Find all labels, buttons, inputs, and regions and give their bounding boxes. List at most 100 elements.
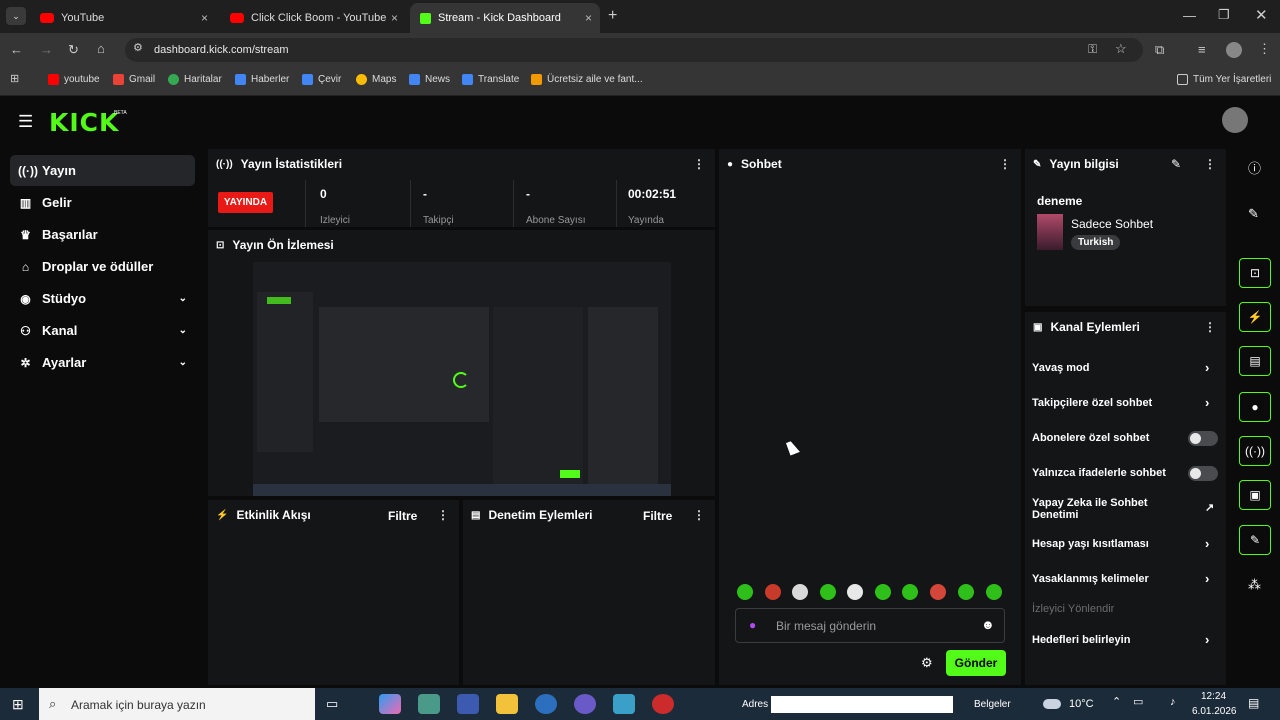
extensions-icon[interactable]: ⧉ [1155, 43, 1164, 56]
apps-grid-icon[interactable]: ⊞ [10, 74, 19, 85]
slow-mode-option[interactable]: Yavaş mod [1032, 362, 1089, 374]
profile-avatar[interactable] [1226, 42, 1242, 58]
taskbar-address-input[interactable] [771, 696, 953, 713]
taskbar-search-box[interactable]: ⌕ Aramak için buraya yazın [39, 688, 315, 720]
close-tab-icon[interactable]: × [391, 11, 398, 25]
tab-click-click-boom[interactable]: Click Click Boom - YouTube × [220, 3, 406, 33]
more-options-icon[interactable]: ⋮ [1204, 320, 1216, 334]
account-age-option[interactable]: Hesap yaşı kısıtlaması [1032, 538, 1149, 550]
more-options-icon[interactable]: ⋮ [437, 508, 449, 522]
tab-kick-dashboard[interactable]: Stream - Kick Dashboard × [410, 3, 600, 33]
sidebar-item-kanal[interactable]: ⚇ Kanal ⌄ [10, 315, 195, 346]
clock-date[interactable]: 6.01.2026 [1192, 706, 1237, 717]
edit-layout-icon[interactable]: ✎ [1248, 207, 1259, 220]
filter-button[interactable]: Filtre [643, 509, 672, 523]
windows-start-icon[interactable]: ⊞ [12, 697, 24, 711]
back-icon[interactable]: ← [10, 43, 23, 56]
documents-toolbar-label[interactable]: Belgeler [974, 699, 1011, 710]
more-options-icon[interactable]: ⋮ [999, 157, 1011, 171]
sidebar-item-droplar[interactable]: ⌂ Droplar ve ödüller [10, 251, 195, 282]
rail-stream-info-button[interactable]: ✎ [1239, 525, 1271, 555]
bookmark-gmail[interactable]: Gmail [113, 74, 155, 85]
sidebar-item-studyo[interactable]: ◉ Stüdyo ⌄ [10, 283, 195, 314]
emotes-only-toggle[interactable] [1188, 466, 1218, 481]
weather-temperature[interactable]: 10°C [1069, 698, 1094, 710]
microphone-icon[interactable]: ● [749, 618, 756, 632]
stream-preview-video[interactable] [253, 262, 671, 496]
bookmark-maps[interactable]: Maps [356, 74, 396, 85]
more-options-icon[interactable]: ⋮ [693, 157, 705, 171]
user-avatar[interactable] [1222, 107, 1248, 133]
bookmark-haberler[interactable]: Haberler [235, 74, 289, 85]
set-goals-option[interactable]: Hedefleri belirleyin [1032, 634, 1130, 646]
bookmark-star-icon[interactable]: ☆ [1115, 42, 1127, 55]
rail-stats-button[interactable]: ((·)) [1239, 436, 1271, 466]
hamburger-menu-icon[interactable]: ☰ [18, 113, 33, 130]
emote-icon[interactable] [875, 584, 891, 600]
password-key-icon[interactable]: ⚿ [1088, 43, 1097, 55]
edit-icon[interactable]: ✎ [1171, 157, 1181, 171]
close-tab-icon[interactable]: × [585, 11, 592, 25]
subscribers-only-toggle[interactable] [1188, 431, 1218, 446]
info-icon[interactable]: ⓘ [1248, 162, 1261, 175]
send-button[interactable]: Gönder [946, 650, 1006, 676]
sidebar-item-basarilar[interactable]: ♛ Başarılar [10, 219, 195, 250]
rail-preview-button[interactable]: ⊡ [1239, 258, 1271, 288]
chevron-right-icon[interactable]: › [1205, 536, 1209, 551]
app-icon[interactable] [652, 694, 674, 714]
all-bookmarks[interactable]: Tüm Yer İşaretleri [1177, 74, 1271, 85]
bookmark-haritalar[interactable]: Haritalar [168, 74, 222, 85]
obs-icon[interactable] [574, 694, 596, 714]
rail-moderation-button[interactable]: ▤ [1239, 346, 1271, 376]
omnibox[interactable]: ⚙ dashboard.kick.com/stream ⚿ ☆ [125, 38, 1143, 62]
language-tag[interactable]: Turkish [1071, 235, 1121, 250]
emote-icon[interactable] [986, 584, 1002, 600]
tab-search-button[interactable]: ⌄ [6, 7, 26, 25]
url-text[interactable]: dashboard.kick.com/stream [154, 44, 289, 56]
ai-moderation-option[interactable]: Yapay Zeka ile Sohbet Denetimi [1032, 497, 1172, 521]
task-view-icon[interactable]: ▭ [326, 697, 338, 710]
emote-icon[interactable] [930, 584, 946, 600]
bookmark-youtube[interactable]: youtube [48, 74, 100, 85]
tab-youtube[interactable]: YouTube × [30, 3, 216, 33]
emote-icon[interactable] [820, 584, 836, 600]
new-tab-button[interactable]: + [608, 8, 617, 24]
app-icon[interactable] [418, 694, 440, 714]
more-options-icon[interactable]: ⋮ [1204, 157, 1216, 171]
volume-icon[interactable]: ♪ [1170, 697, 1176, 708]
tray-chevron-icon[interactable]: ⌃ [1112, 697, 1121, 708]
chat-settings-icon[interactable]: ⚙ [921, 656, 933, 669]
app-icon[interactable] [457, 694, 479, 714]
close-tab-icon[interactable]: × [201, 11, 208, 25]
emoji-icon[interactable]: ☻ [981, 617, 995, 632]
more-widgets-icon[interactable]: ⁂ [1248, 578, 1261, 591]
filter-button[interactable]: Filtre [388, 509, 417, 523]
chevron-down-icon[interactable]: ⌄ [179, 325, 187, 336]
bookmark-cevir[interactable]: Çevir [302, 74, 341, 85]
external-link-icon[interactable]: ↗ [1205, 501, 1214, 514]
emote-icon[interactable] [847, 584, 863, 600]
close-window-icon[interactable]: ✕ [1255, 8, 1268, 23]
emote-icon[interactable] [737, 584, 753, 600]
sidebar-item-ayarlar[interactable]: ✲ Ayarlar ⌄ [10, 347, 195, 378]
emote-icon[interactable] [958, 584, 974, 600]
emote-icon[interactable] [792, 584, 808, 600]
rail-chat-button[interactable]: ● [1239, 392, 1271, 422]
more-options-icon[interactable]: ⋮ [693, 508, 705, 522]
weather-icon[interactable] [1043, 699, 1061, 709]
network-icon[interactable]: ▭ [1133, 697, 1143, 708]
reload-icon[interactable]: ↻ [68, 43, 79, 56]
sidebar-item-yayin[interactable]: ((·)) Yayın [10, 155, 195, 186]
chevron-down-icon[interactable]: ⌄ [179, 293, 187, 304]
sidebar-item-gelir[interactable]: ▥ Gelir [10, 187, 195, 218]
kick-logo[interactable]: KICK [49, 108, 119, 137]
maximize-icon[interactable]: ❐ [1218, 8, 1230, 21]
followers-only-option[interactable]: Takipçilere özel sohbet [1032, 397, 1152, 409]
chevron-right-icon[interactable]: › [1205, 395, 1209, 410]
app-icon[interactable] [613, 694, 635, 714]
clock-time[interactable]: 12:24 [1201, 691, 1226, 702]
chevron-right-icon[interactable]: › [1205, 360, 1209, 375]
chat-message-input[interactable]: ● Bir mesaj gönderin ☻ [735, 608, 1005, 643]
chrome-icon[interactable] [535, 694, 557, 714]
chevron-right-icon[interactable]: › [1205, 571, 1209, 586]
